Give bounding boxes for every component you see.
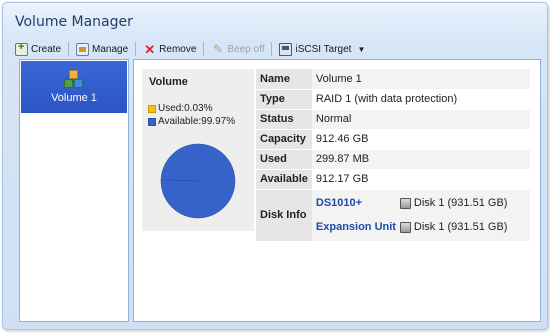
disk-label: Disk 1 (931.51 GB) — [413, 197, 508, 209]
create-label: Create — [31, 43, 62, 55]
table-row: Name Volume 1 — [256, 69, 530, 90]
disk-label: Disk 1 (931.51 GB) — [413, 221, 508, 233]
row-key-name: Name — [256, 69, 312, 90]
title-bar: Volume Manager — [3, 3, 547, 37]
volume-manager-window: Volume Manager Create Manage ✕ Remove ✎ … — [2, 2, 548, 330]
row-value-disk-info: DS1010+ Disk 1 (931.51 GB) Expansion Uni… — [311, 189, 530, 242]
chevron-down-icon: ▼ — [357, 44, 366, 54]
legend-swatch-used — [148, 104, 156, 113]
create-button[interactable]: Create — [11, 40, 65, 58]
row-key-capacity: Capacity — [256, 129, 312, 150]
volume-list-panel: Volume 1 — [19, 59, 129, 322]
row-key-disk-info: Disk Info — [256, 189, 312, 242]
row-value-type: RAID 1 (with data protection) — [311, 89, 530, 110]
row-value-status: Normal — [311, 109, 530, 130]
table-row: Available 912.17 GB — [256, 169, 530, 190]
manage-icon — [76, 42, 90, 56]
toolbar-separator — [68, 42, 70, 56]
row-value-name: Volume 1 — [311, 69, 530, 90]
remove-button[interactable]: ✕ Remove — [139, 40, 200, 58]
beep-off-button[interactable]: ✎ Beep off — [207, 40, 268, 58]
iscsi-target-label: iSCSI Target — [295, 43, 352, 55]
toolbar: Create Manage ✕ Remove ✎ Beep off iSCSI … — [11, 39, 539, 59]
usage-legend: Used:0.03% Available:99.97% — [148, 102, 235, 128]
row-key-used: Used — [256, 149, 312, 170]
table-row: Used 299.87 MB — [256, 149, 530, 170]
sidebar-item-volume-1[interactable]: Volume 1 — [21, 61, 127, 113]
volume-cubes-icon — [63, 70, 85, 90]
beep-icon: ✎ — [212, 41, 223, 56]
disk-device-name: DS1010+ — [315, 197, 363, 209]
beep-off-label: Beep off — [227, 43, 265, 55]
remove-label: Remove — [159, 43, 197, 55]
iscsi-target-dropdown[interactable]: iSCSI Target ▼ — [275, 40, 369, 58]
table-row: Type RAID 1 (with data protection) — [256, 89, 530, 110]
legend-swatch-available — [148, 117, 156, 126]
usage-pie-chart — [160, 143, 236, 219]
toolbar-separator — [203, 42, 205, 56]
window-title: Volume Manager — [15, 14, 133, 30]
disk-entry: Disk 1 (931.51 GB) — [399, 197, 526, 209]
pie-slice-available — [160, 143, 236, 219]
iscsi-server-icon — [279, 42, 293, 56]
volume-usage-card: Volume Used:0.03% Available:99.97% — [142, 69, 254, 231]
volume-details-panel: Volume Used:0.03% Available:99.97% Name … — [133, 59, 541, 322]
table-row: Status Normal — [256, 109, 530, 130]
legend-item-available: Available:99.97% — [148, 115, 235, 128]
row-value-capacity: 912.46 GB — [311, 129, 530, 150]
legend-label-used: Used:0.03% — [158, 103, 213, 114]
sidebar-item-label: Volume 1 — [51, 92, 97, 104]
hard-disk-icon — [399, 197, 411, 209]
row-key-type: Type — [256, 89, 312, 110]
volume-info-table: Name Volume 1 Type RAID 1 (with data pro… — [256, 69, 530, 242]
disk-device-name: Expansion Unit — [315, 221, 396, 233]
hard-disk-icon — [399, 221, 411, 233]
toolbar-separator — [271, 42, 273, 56]
row-value-available: 912.17 GB — [311, 169, 530, 190]
legend-label-available: Available:99.97% — [158, 116, 236, 127]
disk-entry: Disk 1 (931.51 GB) — [399, 221, 526, 233]
row-key-available: Available — [256, 169, 312, 190]
manage-label: Manage — [92, 43, 129, 55]
manage-button[interactable]: Manage — [72, 40, 132, 58]
legend-item-used: Used:0.03% — [148, 102, 235, 115]
row-value-used: 299.87 MB — [311, 149, 530, 170]
row-key-status: Status — [256, 109, 312, 130]
table-row: Disk Info DS1010+ Disk 1 (931.51 GB) Exp… — [256, 189, 530, 242]
table-row: Capacity 912.46 GB — [256, 129, 530, 150]
create-icon — [15, 41, 28, 56]
volume-card-title: Volume — [149, 76, 188, 88]
remove-x-icon: ✕ — [144, 41, 156, 57]
toolbar-separator — [135, 42, 137, 56]
